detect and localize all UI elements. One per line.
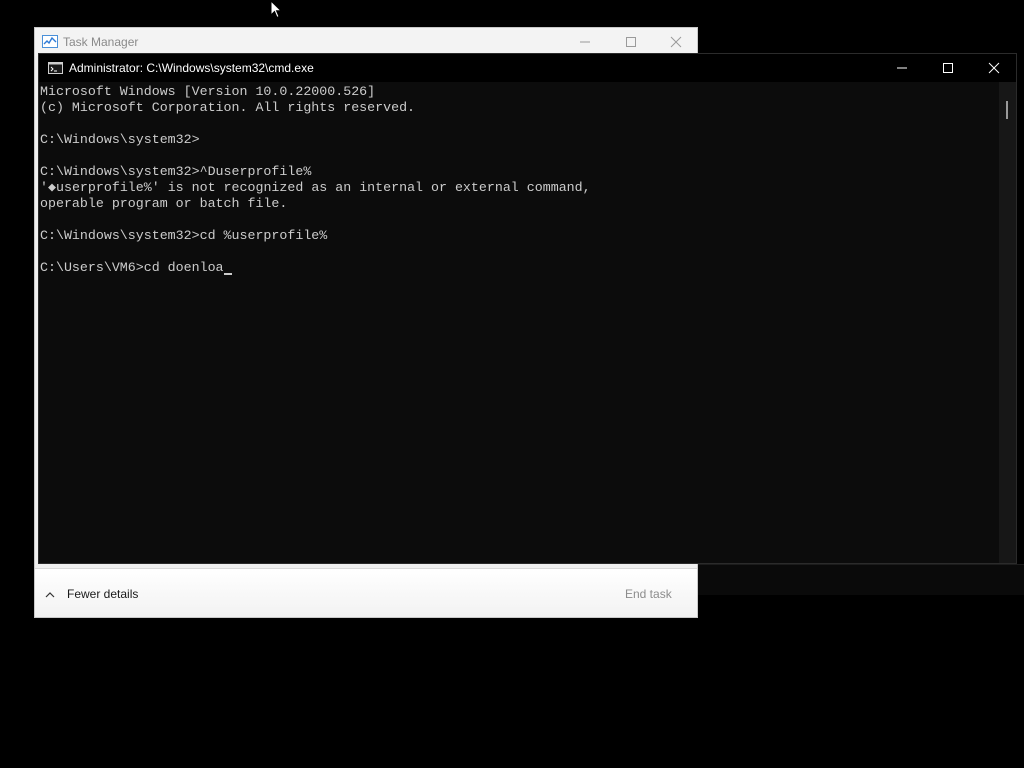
scrollbar-thumb[interactable] [1006,101,1008,119]
chevron-up-icon [45,591,55,597]
task-manager-close-button[interactable] [653,31,699,53]
cmd-titlebar[interactable]: Administrator: C:\Windows\system32\cmd.e… [39,54,1016,82]
maximize-icon [626,37,636,47]
cmd-scrollbar[interactable] [999,82,1016,563]
desktop: Task Manager Fewer details End task Admi… [0,0,1024,768]
task-manager-maximize-button[interactable] [608,31,654,53]
cmd-close-button[interactable] [971,54,1017,82]
console-line: C:\Windows\system32> [40,132,200,147]
cmd-title: Administrator: C:\Windows\system32\cmd.e… [69,61,314,75]
mouse-pointer-icon [270,0,282,19]
console-line: operable program or batch file. [40,196,288,211]
console-line: '◆userprofile%' is not recognized as an … [40,180,591,195]
task-manager-footer: Fewer details End task [35,568,697,617]
console-input-line[interactable]: C:\Users\VM6>cd doenloa [39,260,999,276]
console-output[interactable]: Microsoft Windows [Version 10.0.22000.52… [39,84,999,563]
cmd-icon [48,62,63,74]
close-icon [988,62,1000,74]
cmd-minimize-button[interactable] [879,54,925,82]
cmd-maximize-button[interactable] [925,54,971,82]
text-cursor [223,273,232,275]
console-line: C:\Windows\system32>cd %userprofile% [40,228,328,243]
fewer-details-label: Fewer details [67,587,139,601]
cmd-window-edge [698,564,1024,595]
maximize-icon [943,63,953,73]
console-line: C:\Windows\system32>^Duserprofile% [40,164,312,179]
console-line: Microsoft Windows [Version 10.0.22000.52… [40,84,376,99]
task-manager-title: Task Manager [63,35,139,49]
console-line: (c) Microsoft Corporation. All rights re… [40,100,416,115]
minimize-icon [897,67,907,69]
close-icon [670,36,682,48]
task-manager-icon [42,35,58,48]
fewer-details-button[interactable]: Fewer details [45,587,138,601]
task-manager-minimize-button[interactable] [562,31,608,53]
end-task-button[interactable]: End task [625,587,672,601]
console-input-text: C:\Users\VM6>cd doenloa [40,260,224,275]
task-manager-titlebar[interactable]: Task Manager [35,28,697,56]
cmd-window[interactable]: Administrator: C:\Windows\system32\cmd.e… [38,53,1017,564]
minimize-icon [580,41,590,43]
